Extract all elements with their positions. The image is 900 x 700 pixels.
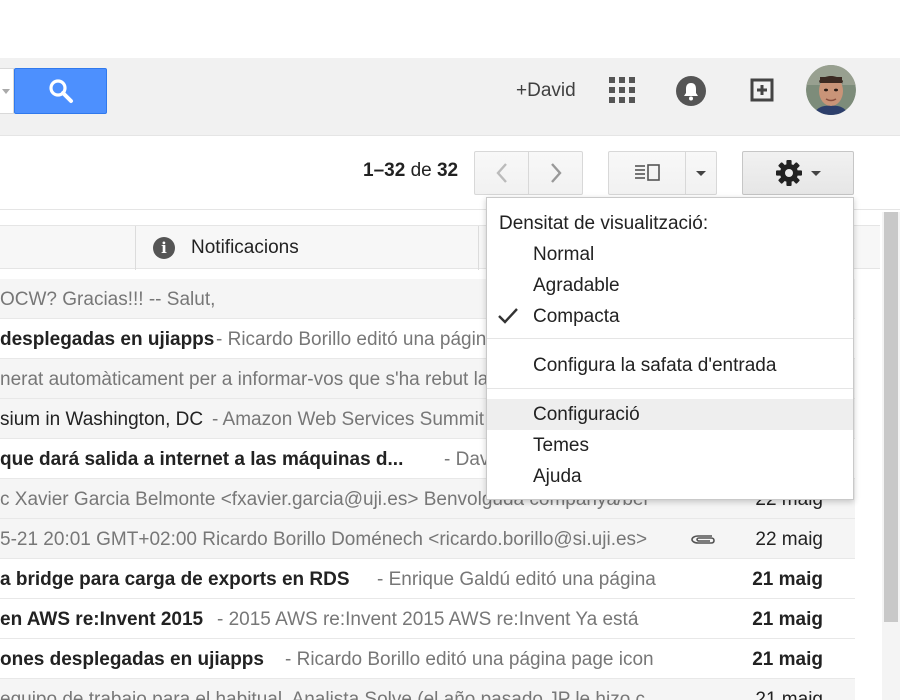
google-plus-user-link[interactable]: +David xyxy=(516,80,576,102)
themes-label: Temes xyxy=(533,435,589,456)
gear-icon xyxy=(776,160,802,186)
chevron-left-icon xyxy=(495,163,507,183)
email-row[interactable]: a bridge para carga de exports en RDS - … xyxy=(0,559,855,599)
email-row[interactable]: 5-21 20:01 GMT+02:00 Ricardo Borillo Dom… xyxy=(0,519,855,559)
email-snippet: - Enrique Galdú editó una página xyxy=(377,569,656,590)
email-snippet: - Amazon Web Services Summit xyxy=(212,409,485,430)
email-date: 21 maig xyxy=(752,609,823,630)
tab-divider xyxy=(478,226,479,270)
density-heading: Densitat de visualització: xyxy=(499,213,709,234)
email-subject: ones desplegadas en ujiapps xyxy=(0,649,264,670)
gmail-window: +David 1–32 de 32 i Notificacions OCW? G… xyxy=(0,0,900,700)
search-options-dropdown[interactable] xyxy=(0,68,14,114)
email-subject: sium in Washington, DC xyxy=(0,409,204,430)
menu-divider xyxy=(487,338,853,339)
configure-inbox-item[interactable]: Configura la safata d'entrada xyxy=(487,350,853,381)
info-icon: i xyxy=(153,237,175,259)
checkmark-icon xyxy=(498,308,518,324)
settings-gear-button[interactable] xyxy=(742,151,854,195)
help-label: Ajuda xyxy=(533,466,582,487)
split-pane-button[interactable] xyxy=(608,151,686,195)
email-subject: que dará salida a internet a las máquina… xyxy=(0,449,404,470)
tab-notifications[interactable]: i Notificacions xyxy=(135,226,478,270)
apps-grid-icon[interactable] xyxy=(609,77,635,103)
top-header: +David xyxy=(0,58,900,136)
email-subject: a bridge para carga de exports en RDS xyxy=(0,569,350,590)
pagination-range: 1–32 xyxy=(363,160,406,181)
email-row[interactable]: equipo de trabajo para el habitual. Anal… xyxy=(0,679,855,700)
chevron-down-icon xyxy=(696,170,706,176)
email-date: 21 maig xyxy=(755,689,823,700)
split-pane-icon xyxy=(635,164,660,181)
themes-item[interactable]: Temes xyxy=(487,430,853,461)
search-icon xyxy=(48,79,73,103)
search-button[interactable] xyxy=(14,68,107,114)
density-compact-option[interactable]: Compacta xyxy=(487,301,853,332)
configure-inbox-label: Configura la safata d'entrada xyxy=(533,355,777,376)
pagination-total: 32 xyxy=(436,160,459,181)
email-snippet: 5-21 20:01 GMT+02:00 Ricardo Borillo Dom… xyxy=(0,529,648,550)
pagination-label: 1–32 de 32 xyxy=(363,160,458,182)
settings-label: Configuració xyxy=(533,404,640,425)
older-button[interactable] xyxy=(528,151,583,195)
email-snippet: equipo de trabajo para el habitual. Anal… xyxy=(0,689,646,700)
tab-notifications-label: Notificacions xyxy=(191,237,299,258)
settings-item[interactable]: Configuració xyxy=(487,399,853,430)
search-options-arrow-icon xyxy=(2,89,10,94)
chevron-right-icon xyxy=(550,163,562,183)
help-item[interactable]: Ajuda xyxy=(487,461,853,492)
email-snippet: OCW? Gracias!!! -- Salut, xyxy=(0,289,216,310)
email-snippet: - Ricardo Borillo editó una página page … xyxy=(285,649,654,670)
menu-divider xyxy=(487,388,853,389)
email-date: 21 maig xyxy=(752,649,823,670)
email-date: 22 maig xyxy=(755,529,823,550)
email-snippet: - 2015 AWS re:Invent 2015 AWS re:Invent … xyxy=(217,609,639,630)
density-normal-label: Normal xyxy=(533,244,595,265)
email-subject: en AWS re:Invent 2015 xyxy=(0,609,204,630)
density-normal-option[interactable]: Normal xyxy=(487,239,853,270)
email-date: 21 maig xyxy=(752,569,823,590)
notifications-bell-icon[interactable] xyxy=(675,75,707,107)
scrollbar-thumb[interactable] xyxy=(884,212,898,622)
settings-menu: Densitat de visualització: Normal Agrada… xyxy=(486,197,854,500)
avatar[interactable] xyxy=(806,65,856,115)
attachment-icon xyxy=(691,535,715,544)
email-row[interactable]: ones desplegadas en ujiapps - Ricardo Bo… xyxy=(0,639,855,679)
email-subject: desplegadas en ujiapps xyxy=(0,329,215,350)
density-comfortable-label: Agradable xyxy=(533,275,620,296)
share-icon[interactable] xyxy=(746,74,778,106)
email-row[interactable]: en AWS re:Invent 2015 - 2015 AWS re:Inve… xyxy=(0,599,855,639)
chevron-down-icon xyxy=(811,170,821,176)
split-pane-dropdown-button[interactable] xyxy=(685,151,717,195)
newer-button[interactable] xyxy=(474,151,529,195)
density-compact-label: Compacta xyxy=(533,306,620,327)
pagination-of: de xyxy=(410,160,432,181)
density-comfortable-option[interactable]: Agradable xyxy=(487,270,853,301)
